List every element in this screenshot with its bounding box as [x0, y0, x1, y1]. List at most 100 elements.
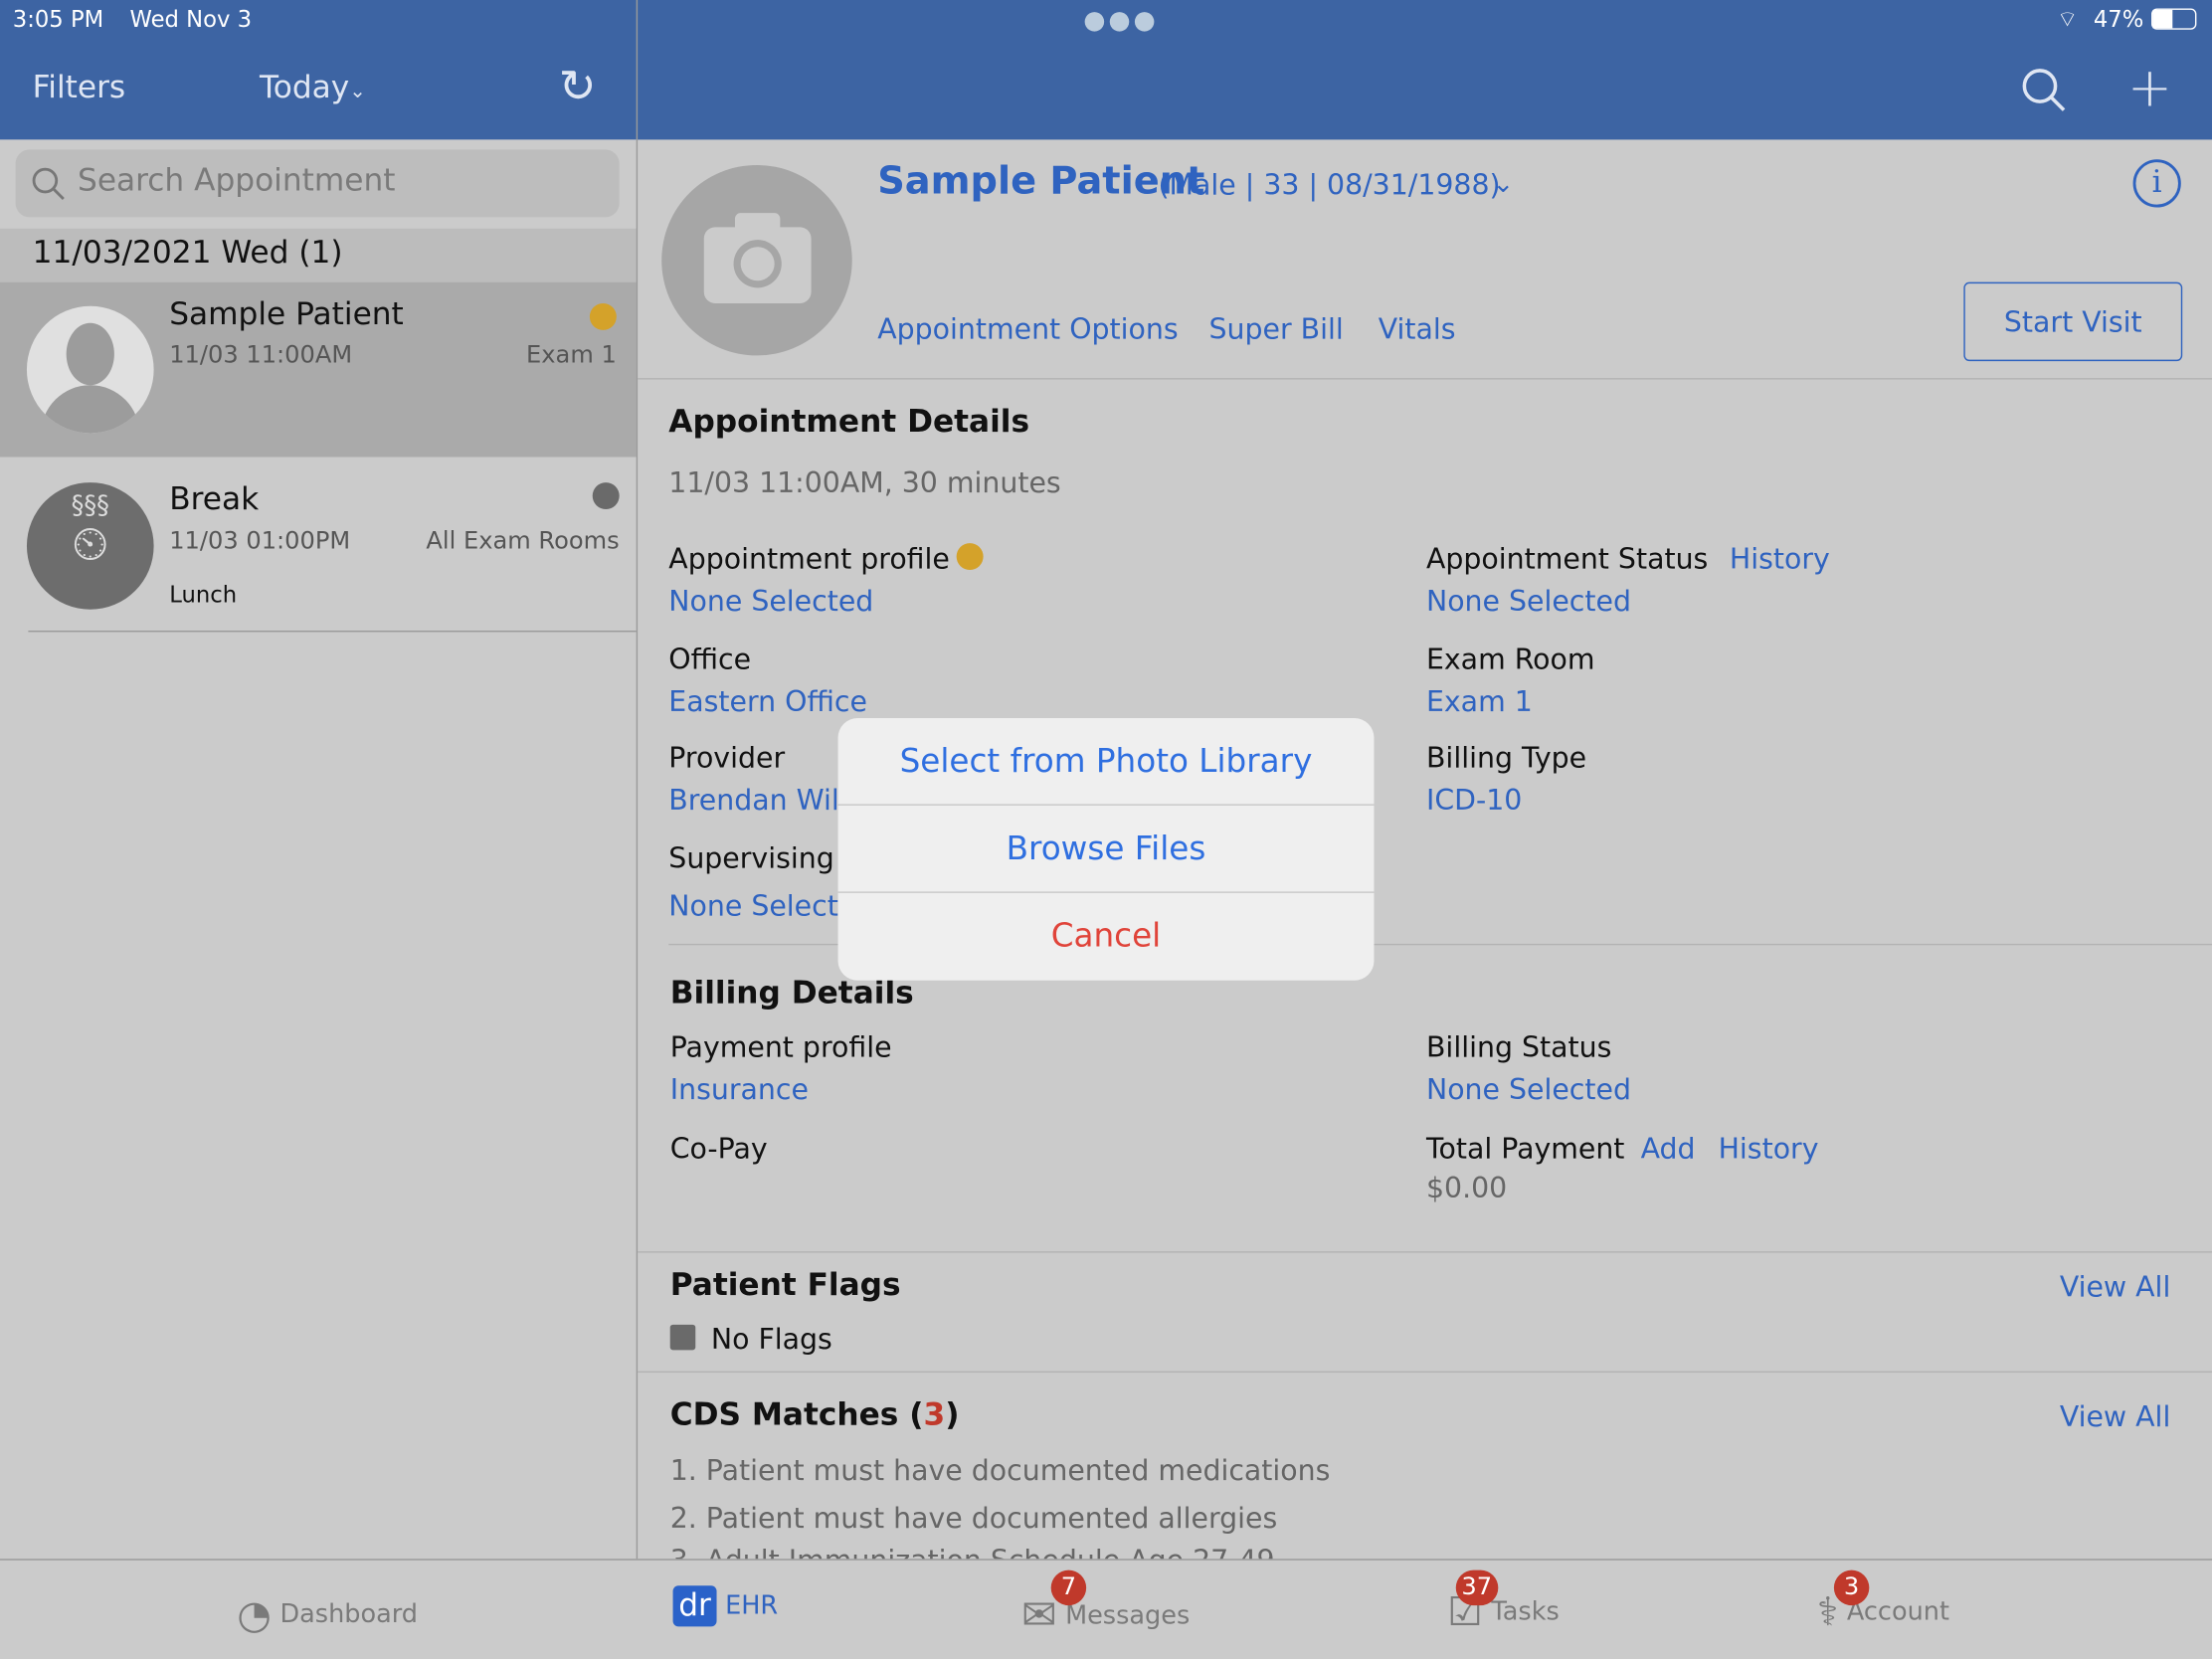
appointment-summary: 11/03 11:00AM, 30 minutes	[668, 465, 1061, 500]
copay-label: Co-Pay	[669, 1131, 768, 1166]
info-icon[interactable]: i	[2132, 159, 2181, 208]
patient-photo-button[interactable]	[661, 164, 852, 356]
total-payment-label: Total Payment	[1425, 1131, 1625, 1166]
search-icon	[32, 167, 65, 200]
add-payment-link[interactable]: Add	[1641, 1132, 1696, 1166]
status-history-link[interactable]: History	[1730, 542, 1830, 576]
appointment-time: 11/03 01:00PM	[169, 527, 351, 556]
photo-action-sheet: Select from Photo Library Browse Files C…	[837, 717, 1375, 981]
payment-profile-label: Payment profile	[669, 1029, 892, 1064]
messages-badge: 7	[1050, 1569, 1087, 1606]
appointment-options-link[interactable]: Appointment Options	[877, 311, 1178, 345]
cds-title-close: )	[945, 1397, 960, 1434]
exam-room-value[interactable]: Exam 1	[1426, 684, 1533, 718]
chevron-down-icon[interactable]: ⌄	[1493, 169, 1514, 199]
patient-flags-title: Patient Flags	[669, 1268, 901, 1304]
exam-room-label: Exam Room	[1425, 642, 1595, 676]
envelope-icon: ✉	[1020, 1590, 1057, 1641]
add-icon[interactable]: +	[2127, 57, 2172, 118]
divider	[638, 1371, 2212, 1374]
ehr-logo-icon: dr	[672, 1585, 717, 1627]
exam-room: All Exam Rooms	[426, 527, 620, 556]
billing-details-title: Billing Details	[669, 976, 914, 1012]
battery-level: 47%	[2093, 5, 2144, 33]
flag-square-icon	[669, 1324, 696, 1351]
office-value[interactable]: Eastern Office	[668, 684, 867, 718]
divider	[28, 631, 637, 633]
today-dropdown[interactable]: Today⌄	[260, 71, 366, 105]
profile-value[interactable]: None Selected	[668, 584, 873, 618]
billing-type-value[interactable]: ICD-10	[1426, 783, 1522, 817]
supervising-label: Supervising	[668, 840, 834, 875]
account-badge: 3	[1833, 1569, 1870, 1606]
patient-demographics: (Male | 33 | 08/31/1988)	[1158, 167, 1501, 202]
tab-ehr[interactable]: dr EHR	[672, 1585, 779, 1627]
provider-label: Provider	[668, 740, 786, 775]
appointment-item[interactable]: §§§ ⏲ Break 11/03 01:00PM All Exam Rooms …	[0, 457, 637, 633]
top-bar: 3:05 PM Wed Nov 3 ●●● ⌔ 47% Filters Toda…	[0, 0, 2212, 140]
patient-name: Sample Patient	[169, 297, 404, 333]
status-dot	[592, 482, 620, 510]
vitals-link[interactable]: Vitals	[1379, 311, 1456, 345]
flags-view-all-link[interactable]: View All	[2060, 1270, 2171, 1304]
avatar	[26, 305, 154, 434]
total-payment-value: $0.00	[1425, 1171, 1508, 1205]
no-flags-text: No Flags	[710, 1322, 832, 1357]
divider	[638, 378, 2212, 380]
coffee-break-icon: §§§ ⏲	[26, 482, 154, 610]
appointment-details-title: Appointment Details	[668, 405, 1030, 441]
tab-label: Dashboard	[279, 1599, 418, 1630]
tab-messages[interactable]: ✉ Messages	[1021, 1591, 1190, 1641]
billing-status-value[interactable]: None Selected	[1426, 1072, 1631, 1106]
exam-room: Exam 1	[526, 341, 617, 370]
appointment-item[interactable]: Sample Patient 11/03 11:00AM Exam 1	[0, 281, 637, 458]
browse-files-option[interactable]: Browse Files	[837, 806, 1375, 893]
tab-label: Tasks	[1491, 1596, 1560, 1627]
start-visit-button[interactable]: Start Visit	[1963, 281, 2183, 362]
tab-dashboard[interactable]: ◔ Dashboard	[237, 1591, 418, 1638]
multitask-dots-icon[interactable]: ●●●	[1083, 6, 1158, 36]
appointment-time: 11/03 11:00AM	[169, 341, 353, 370]
refresh-icon[interactable]: ↻	[559, 60, 597, 113]
search-input[interactable]: Search Appointment	[15, 149, 620, 218]
tab-label: EHR	[725, 1590, 779, 1621]
app: 3:05 PM Wed Nov 3 ●●● ⌔ 47% Filters Toda…	[0, 0, 2212, 1659]
payment-profile-value[interactable]: Insurance	[670, 1072, 809, 1106]
payment-history-link[interactable]: History	[1719, 1132, 1819, 1166]
cds-item: 1. Patient must have documented medicati…	[669, 1452, 1331, 1487]
wifi-icon: ⌔	[2056, 5, 2079, 33]
profile-label: Appointment profile	[668, 541, 950, 576]
battery-icon	[2151, 8, 2197, 30]
profile-color-dot	[956, 543, 984, 571]
break-title: Break	[169, 482, 260, 518]
date-group-header: 11/03/2021 Wed (1)	[0, 228, 637, 282]
select-photo-library-option[interactable]: Select from Photo Library	[837, 718, 1375, 806]
cds-count: 3	[923, 1397, 946, 1434]
tab-label: Messages	[1065, 1600, 1191, 1631]
billing-status-label: Billing Status	[1425, 1029, 1612, 1064]
provider-value[interactable]: Brendan Willi	[668, 783, 854, 817]
tab-bar: ◔ Dashboard dr EHR ✉ Messages 7 ☑ Tasks 37 ⚕…	[0, 1559, 2212, 1659]
patient-name-heading[interactable]: Sample Patient	[877, 159, 1204, 203]
cds-view-all-link[interactable]: View All	[2060, 1399, 2171, 1433]
status-date: Wed Nov 3	[129, 5, 253, 33]
super-bill-link[interactable]: Super Bill	[1209, 311, 1344, 345]
status-time: 3:05 PM	[12, 5, 104, 33]
status-value[interactable]: None Selected	[1426, 584, 1631, 618]
today-label: Today	[259, 70, 350, 106]
panel-divider	[636, 0, 639, 1560]
dashboard-gauge-icon: ◔	[237, 1590, 272, 1638]
status-label: Appointment Status	[1425, 541, 1709, 576]
search-placeholder: Search Appointment	[78, 163, 396, 199]
status-dot	[589, 302, 617, 330]
camera-icon	[703, 213, 812, 303]
office-label: Office	[668, 642, 752, 676]
break-note: Lunch	[169, 581, 238, 609]
filters-button[interactable]: Filters	[33, 71, 126, 105]
cancel-option[interactable]: Cancel	[838, 893, 1375, 981]
divider	[638, 1251, 2212, 1253]
chevron-down-icon: ⌄	[349, 80, 366, 103]
search-icon[interactable]	[2020, 67, 2068, 114]
cds-title-text: CDS Matches (	[669, 1397, 924, 1434]
cds-item: 2. Patient must have documented allergie…	[669, 1501, 1278, 1536]
